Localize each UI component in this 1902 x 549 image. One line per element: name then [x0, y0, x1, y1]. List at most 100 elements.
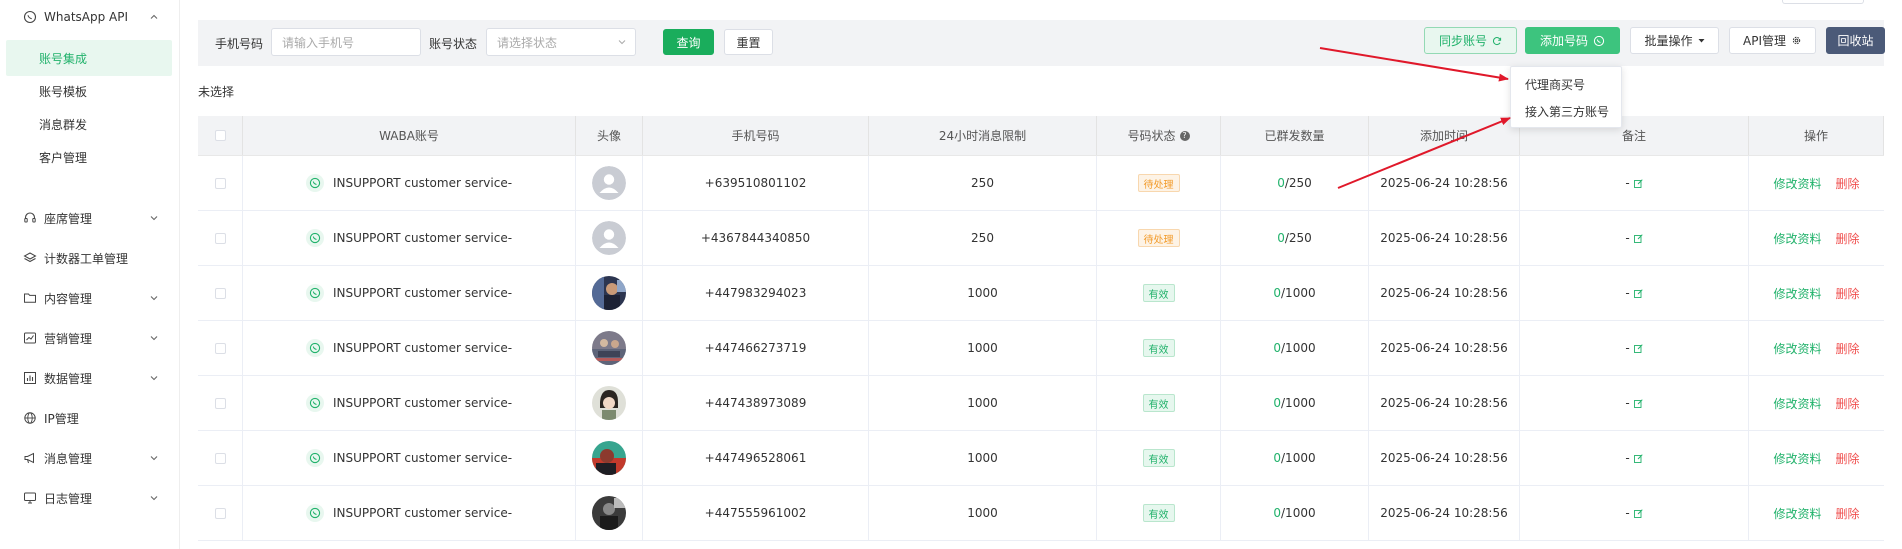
- sent-count: 0: [1273, 506, 1282, 520]
- sidebar-item-counter-ticket[interactable]: 计数器工单管理: [0, 240, 180, 276]
- sidebar-item-data-management[interactable]: 数据管理: [0, 360, 180, 396]
- edit-note-icon[interactable]: [1633, 288, 1643, 298]
- delete-link[interactable]: 删除: [1836, 450, 1860, 467]
- waba-name: INSUPPORT customer service-: [332, 506, 513, 520]
- sent-count: 0: [1273, 451, 1282, 465]
- row-checkbox[interactable]: [214, 397, 226, 409]
- edit-profile-link[interactable]: 修改资料: [1773, 395, 1821, 412]
- sidebar-subitem-customer-management[interactable]: 客户管理: [6, 139, 172, 175]
- row-checkbox[interactable]: [214, 342, 226, 354]
- edit-note-icon[interactable]: [1633, 233, 1643, 243]
- layers-icon: [22, 250, 38, 266]
- api-management-button[interactable]: API管理: [1729, 27, 1816, 54]
- delete-link[interactable]: 删除: [1836, 505, 1860, 522]
- table-row: INSUPPORT customer service- +447983294023…: [198, 266, 1884, 321]
- sidebar-item-marketing-management[interactable]: 营销管理: [0, 320, 180, 356]
- header-number-status: 号码状态 ?: [1097, 116, 1221, 155]
- sidebar-subitem-account-integration[interactable]: 账号集成: [6, 40, 172, 76]
- waba-cell: INSUPPORT customer service-: [243, 211, 576, 265]
- header-waba: WABA账号: [243, 116, 576, 155]
- row-checkbox[interactable]: [214, 507, 226, 519]
- gear-icon: [1791, 35, 1802, 46]
- search-button[interactable]: 查询: [663, 29, 714, 55]
- sidebar-item-seat-management[interactable]: 座席管理: [0, 200, 180, 236]
- dropdown-item-agent-purchase[interactable]: 代理商买号: [1511, 71, 1621, 98]
- avatar-cell: [576, 486, 643, 540]
- question-icon[interactable]: ?: [1179, 130, 1190, 141]
- edit-profile-link[interactable]: 修改资料: [1773, 505, 1821, 522]
- edit-profile-link[interactable]: 修改资料: [1773, 175, 1821, 192]
- row-checkbox[interactable]: [214, 177, 226, 189]
- note-cell: -: [1520, 431, 1749, 485]
- batch-operation-button[interactable]: 批量操作: [1630, 27, 1719, 54]
- actions-cell: 修改资料 删除: [1749, 376, 1884, 430]
- avatar-cell: [576, 376, 643, 430]
- row-checkbox[interactable]: [214, 452, 226, 464]
- edit-note-icon[interactable]: [1633, 508, 1643, 518]
- monitor-icon: [22, 490, 38, 506]
- delete-link[interactable]: 删除: [1836, 230, 1860, 247]
- limit-cell: 1000: [869, 431, 1097, 485]
- sidebar-subitem-bulk-message[interactable]: 消息群发: [6, 106, 172, 142]
- added-time-cell: 2025-06-24 10:28:56: [1369, 211, 1520, 265]
- sidebar-item-log-management[interactable]: 日志管理: [0, 480, 180, 516]
- edit-profile-link[interactable]: 修改资料: [1773, 285, 1821, 302]
- row-checkbox-cell: [198, 376, 243, 430]
- row-checkbox[interactable]: [214, 232, 226, 244]
- edit-note-icon[interactable]: [1633, 453, 1643, 463]
- delete-link[interactable]: 删除: [1836, 340, 1860, 357]
- avatar: [592, 221, 626, 255]
- chevron-down-icon: [150, 376, 158, 381]
- status-label: 账号状态: [429, 37, 478, 51]
- row-checkbox-cell: [198, 321, 243, 375]
- status-select[interactable]: 请选择状态: [486, 28, 636, 56]
- delete-link[interactable]: 删除: [1836, 395, 1860, 412]
- bar-chart-icon: [22, 370, 38, 386]
- edit-profile-link[interactable]: 修改资料: [1773, 230, 1821, 247]
- add-number-button[interactable]: 添加号码: [1525, 27, 1620, 54]
- dropdown-item-third-party-account[interactable]: 接入第三方账号: [1511, 98, 1621, 125]
- waba-name: INSUPPORT customer service-: [332, 396, 513, 410]
- phone-cell: +447983294023: [643, 266, 869, 320]
- phone-cell: +4367844340850: [643, 211, 869, 265]
- waba-name: INSUPPORT customer service-: [332, 451, 513, 465]
- recycle-bin-button[interactable]: 回收站: [1826, 27, 1885, 54]
- note-text: -: [1625, 341, 1630, 355]
- status-badge: 有效: [1142, 339, 1175, 357]
- row-checkbox-cell: [198, 266, 243, 320]
- edit-profile-link[interactable]: 修改资料: [1773, 450, 1821, 467]
- delete-link[interactable]: 删除: [1836, 175, 1860, 192]
- added-time-cell: 2025-06-24 10:28:56: [1369, 431, 1520, 485]
- row-checkbox[interactable]: [214, 287, 226, 299]
- folder-icon: [22, 290, 38, 306]
- add-number-label: 添加号码: [1539, 34, 1588, 48]
- status-cell: 有效: [1097, 486, 1221, 540]
- chevron-down-icon: [150, 296, 158, 301]
- sidebar-item-whatsapp-api[interactable]: WhatsApp API: [0, 0, 180, 35]
- status-cell: 有效: [1097, 431, 1221, 485]
- edit-profile-link[interactable]: 修改资料: [1773, 340, 1821, 357]
- edit-note-icon[interactable]: [1633, 178, 1643, 188]
- chart-icon: [22, 330, 38, 346]
- note-text: -: [1625, 451, 1630, 465]
- edit-note-icon[interactable]: [1633, 343, 1643, 353]
- sync-account-button[interactable]: 同步账号: [1424, 27, 1517, 54]
- waba-cell: INSUPPORT customer service-: [243, 431, 576, 485]
- delete-link[interactable]: 删除: [1836, 285, 1860, 302]
- sidebar-item-message-management[interactable]: 消息管理: [0, 440, 180, 476]
- refresh-icon: [1492, 36, 1502, 46]
- status-cell: 有效: [1097, 376, 1221, 430]
- sidebar-subitem-account-template[interactable]: 账号模板: [6, 73, 172, 109]
- avatar-cell: [576, 431, 643, 485]
- select-all-checkbox[interactable]: [214, 130, 226, 141]
- actions-cell: 修改资料 删除: [1749, 321, 1884, 375]
- whatsapp-icon: [305, 174, 324, 192]
- edit-note-icon[interactable]: [1633, 398, 1643, 408]
- sidebar-item-content-management[interactable]: 内容管理: [0, 280, 180, 316]
- phone-search-input[interactable]: 请输入手机号: [271, 28, 421, 56]
- globe-icon: [22, 410, 38, 426]
- sidebar-item-ip-management[interactable]: IP管理: [0, 400, 180, 436]
- reset-button[interactable]: 重置: [724, 29, 773, 55]
- header-sent-count: 已群发数量: [1221, 116, 1369, 155]
- sent-count-cell: 0/250: [1221, 211, 1369, 265]
